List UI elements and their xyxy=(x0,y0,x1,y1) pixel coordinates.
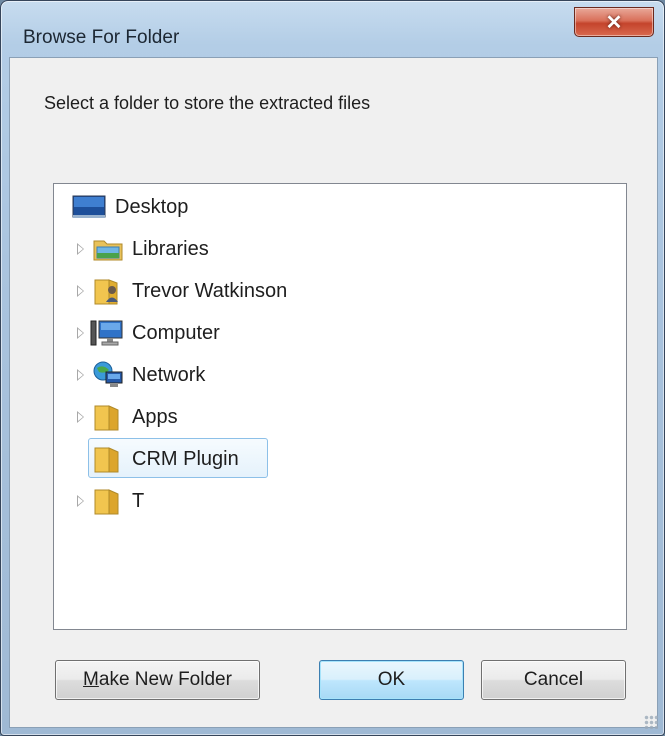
tree-item-crm-plugin[interactable]: CRM Plugin xyxy=(92,442,239,476)
computer-icon xyxy=(90,318,124,348)
desktop-icon xyxy=(72,193,106,221)
folder-icon xyxy=(92,402,124,432)
tree-item-label: T xyxy=(132,489,145,512)
network-icon xyxy=(92,360,124,390)
ok-button[interactable]: OK xyxy=(319,660,464,700)
tree-item-libraries[interactable]: Libraries xyxy=(92,232,209,266)
folder-tree[interactable]: Desktop Libraries Trevor Watkinson Compu… xyxy=(53,183,627,630)
tree-item-label: Apps xyxy=(132,405,178,428)
button-mnemonic: M xyxy=(83,669,99,690)
tree-item-user-folder[interactable]: Trevor Watkinson xyxy=(92,274,287,308)
title-bar[interactable]: Browse For Folder ✕ xyxy=(1,1,664,51)
make-new-folder-button[interactable]: Make New Folder xyxy=(55,660,260,700)
instruction-text: Select a folder to store the extracted f… xyxy=(44,93,371,113)
tree-item-network[interactable]: Network xyxy=(92,358,205,392)
tree-item-label: Trevor Watkinson xyxy=(132,279,288,302)
cancel-button[interactable]: Cancel xyxy=(481,660,626,700)
tree-item-label: Desktop xyxy=(115,195,189,218)
folder-icon xyxy=(92,486,124,516)
tree-item-desktop[interactable]: Desktop xyxy=(72,190,188,224)
expand-arrow-icon[interactable] xyxy=(77,411,84,423)
window-title: Browse For Folder xyxy=(23,27,180,48)
close-button[interactable]: ✕ xyxy=(574,7,654,37)
button-label: ake New Folder xyxy=(98,669,232,690)
expand-arrow-icon[interactable] xyxy=(77,285,84,297)
close-icon: ✕ xyxy=(605,11,623,34)
libraries-icon xyxy=(92,235,124,263)
folder-icon xyxy=(92,444,124,474)
tree-item-computer[interactable]: Computer xyxy=(90,316,220,350)
expand-arrow-icon[interactable] xyxy=(77,243,84,255)
tree-item-label: Network xyxy=(132,363,206,386)
button-label: Cancel xyxy=(523,669,584,690)
expand-arrow-icon[interactable] xyxy=(77,369,84,381)
tree-item-label: Computer xyxy=(132,321,220,344)
tree-item-t[interactable]: T xyxy=(92,484,144,518)
tree-item-label: CRM Plugin xyxy=(132,447,239,470)
expand-arrow-icon[interactable] xyxy=(77,495,84,507)
expand-arrow-icon[interactable] xyxy=(77,327,84,339)
browse-for-folder-dialog: Browse For Folder ✕ Select a folder to s… xyxy=(0,0,665,736)
tree-item-apps[interactable]: Apps xyxy=(92,400,178,434)
resize-grip-icon[interactable] xyxy=(644,715,658,729)
user-folder-icon xyxy=(92,276,124,306)
button-label: OK xyxy=(377,669,406,690)
tree-item-label: Libraries xyxy=(132,237,209,260)
